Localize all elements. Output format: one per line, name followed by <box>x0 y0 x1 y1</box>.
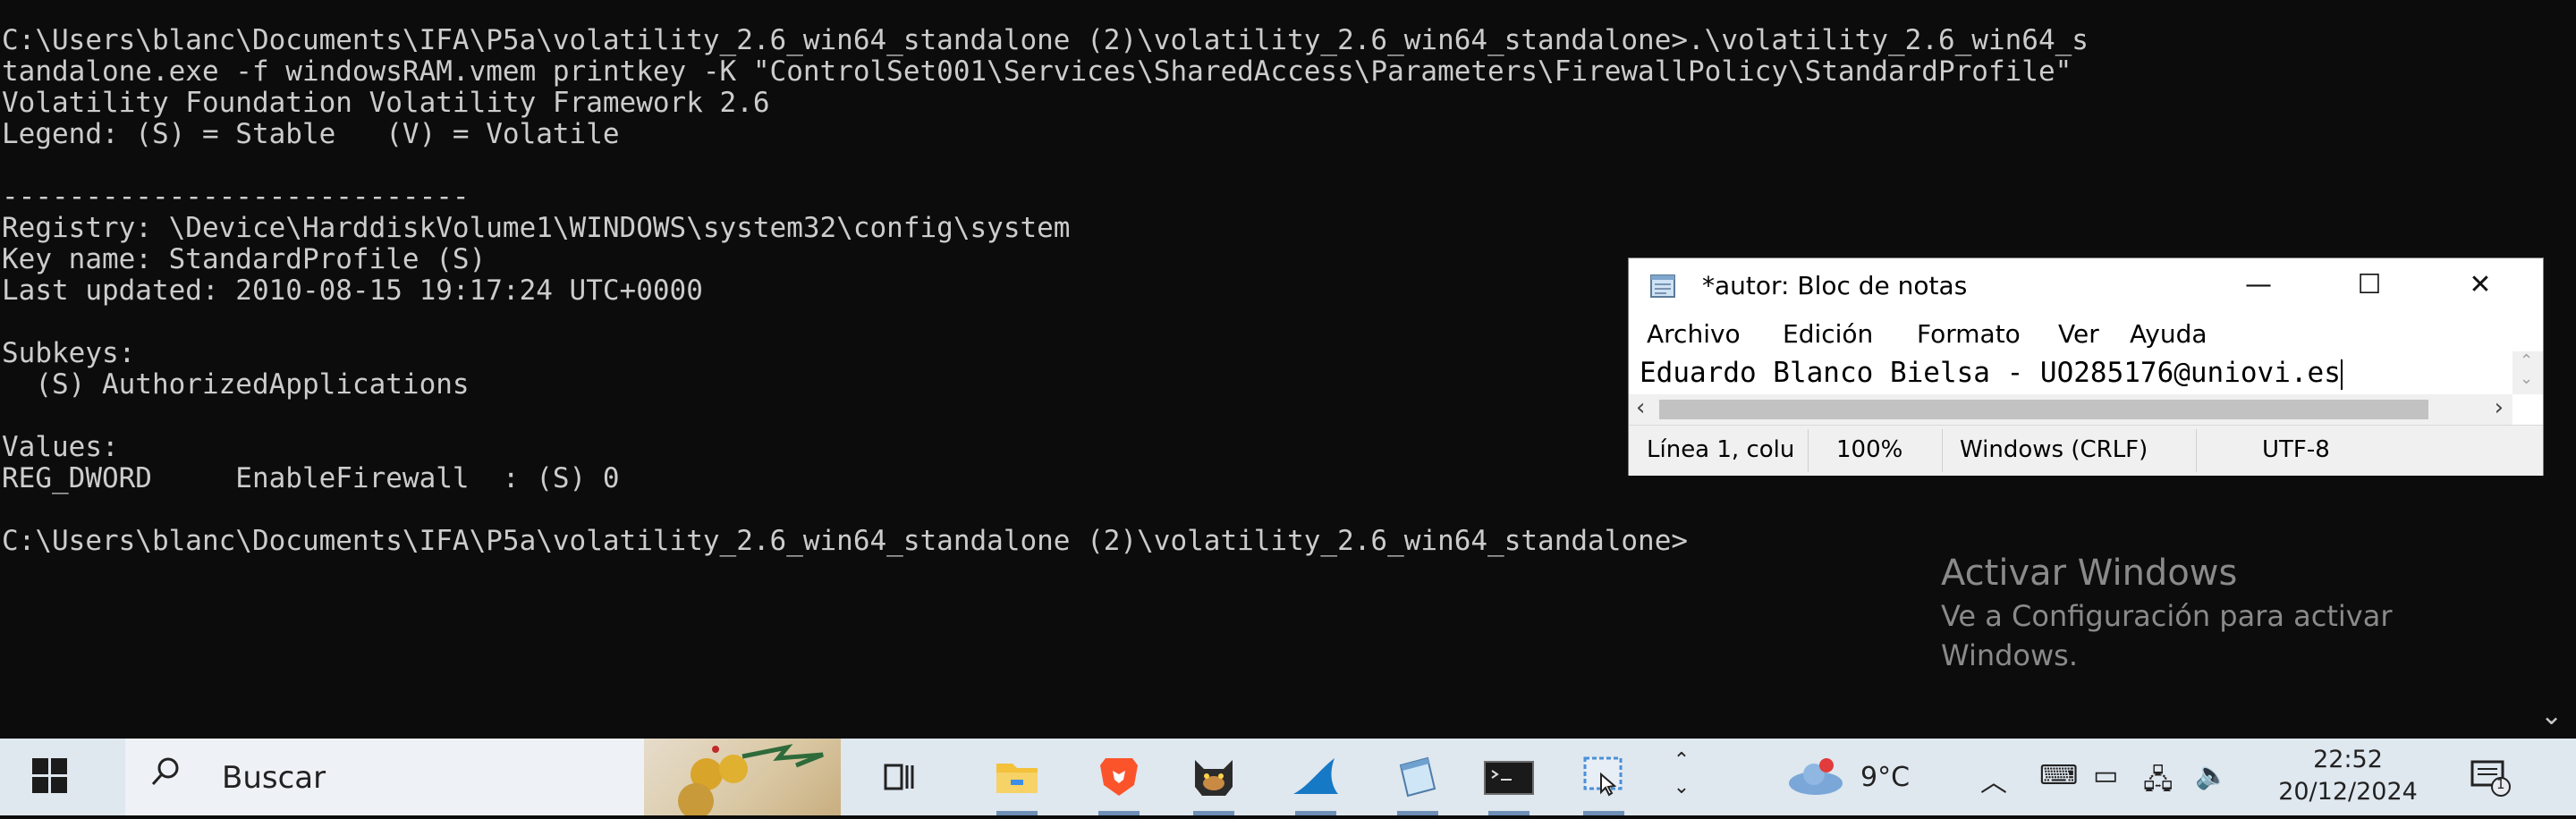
notepad-horizontal-scrollbar[interactable]: ‹ › <box>1629 394 2512 425</box>
network-icon[interactable]: 🖧 <box>2143 760 2173 806</box>
console-line: Registry: \Device\HarddiskVolume1\WINDOW… <box>2 212 1071 244</box>
status-separator <box>1942 429 1943 472</box>
status-separator <box>1808 429 1809 472</box>
status-zoom: 100% <box>1836 436 1903 463</box>
task-view-icon <box>884 764 914 790</box>
maximize-button[interactable]: ☐ <box>2314 258 2425 312</box>
status-encoding: UTF-8 <box>2262 436 2330 463</box>
taskbar: Buscar ⌃ ⌄ 9°C ︿ ⌨ ▭ 🖧 🔈 22:52 20/12/202… <box>0 739 2576 819</box>
start-button[interactable] <box>32 758 68 794</box>
windows-logo-icon <box>32 758 48 774</box>
status-separator <box>2196 429 2197 472</box>
menu-ayuda[interactable]: Ayuda <box>2130 319 2207 349</box>
task-view-button[interactable] <box>866 744 932 810</box>
menu-ver[interactable]: Ver <box>2058 319 2099 349</box>
scroll-right-icon[interactable]: › <box>2495 394 2504 421</box>
status-position: Línea 1, colu <box>1647 436 1795 463</box>
status-line-ending: Windows (CRLF) <box>1960 436 2148 463</box>
brave-lion-icon <box>1100 758 1138 796</box>
notepad-titlebar[interactable]: *autor: Bloc de notas — ☐ ✕ <box>1629 258 2543 312</box>
menu-archivo[interactable]: Archivo <box>1647 319 1741 349</box>
taskbar-notepad[interactable] <box>1385 744 1451 815</box>
cat-icon <box>1195 760 1233 796</box>
notepad-icon <box>1399 756 1436 798</box>
weather-temperature: 9°C <box>1860 762 1911 793</box>
minimize-button[interactable]: — <box>2203 258 2314 312</box>
console-line: C:\Users\blanc\Documents\IFA\P5a\volatil… <box>2 24 2089 56</box>
taskbar-command-prompt[interactable] <box>1476 744 1542 815</box>
notepad-window[interactable]: *autor: Bloc de notas — ☐ ✕ Archivo Edic… <box>1628 258 2544 476</box>
notepad-title: *autor: Bloc de notas <box>1702 271 1968 300</box>
folder-icon <box>996 764 1038 793</box>
scroll-down-icon[interactable]: ⌄ <box>2520 369 2533 388</box>
close-icon: ✕ <box>2469 269 2492 300</box>
windows-logo-icon <box>51 777 67 793</box>
holiday-ornament-icon <box>678 744 824 819</box>
meet-now-icon[interactable]: ⌨ <box>2039 760 2078 791</box>
taskbar-cat-app[interactable] <box>1181 744 1247 815</box>
notepad-menubar: Archivo Edición Formato Ver Ayuda <box>1629 312 2543 351</box>
notification-center-button[interactable]: 1 <box>2469 758 2512 798</box>
taskbar-snipping-tool[interactable] <box>1571 744 1637 815</box>
taskbar-clock[interactable]: 22:52 20/12/2024 <box>2272 744 2424 808</box>
scroll-up-icon[interactable]: ⌃ <box>2520 351 2533 370</box>
menu-formato[interactable]: Formato <box>1917 319 2021 349</box>
notepad-content: Eduardo Blanco Bielsa - UO285176@uniovi.… <box>1640 357 2341 389</box>
scroll-down-icon[interactable]: ⌄ <box>2540 700 2563 731</box>
menu-edicion[interactable]: Edición <box>1783 319 1873 349</box>
console-line: Legend: (S) = Stable (V) = Volatile <box>2 118 620 150</box>
search-icon <box>151 757 179 786</box>
battery-icon[interactable]: ▭ <box>2093 760 2118 791</box>
watermark-title: Activar Windows <box>1941 553 2238 594</box>
watermark-subtitle: Ve a Configuración para activar Windows. <box>1941 599 2393 672</box>
close-button[interactable]: ✕ <box>2425 258 2536 312</box>
chevron-up-icon[interactable]: ⌃ <box>1671 747 1692 774</box>
windows-logo-icon <box>51 758 67 774</box>
console-line: Volatility Foundation Volatility Framewo… <box>2 87 770 119</box>
scroll-left-icon[interactable]: ‹ <box>1636 394 1645 421</box>
taskbar-brave-browser[interactable] <box>1086 744 1152 815</box>
horizontal-scroll-thumb[interactable] <box>1659 400 2428 419</box>
console-line: tandalone.exe -f windowsRAM.vmem printke… <box>2 55 2072 88</box>
notepad-icon <box>1650 274 1675 298</box>
taskbar-file-explorer[interactable] <box>984 744 1050 815</box>
console-line: ---------------------------- <box>2 181 470 213</box>
weather-widget[interactable]: 9°C <box>1780 755 1914 799</box>
notification-icon <box>2470 760 2511 797</box>
notepad-text-area[interactable]: Eduardo Blanco Bielsa - UO285176@uniovi.… <box>1629 351 2512 394</box>
notepad-vertical-scrollbar[interactable]: ⌃ ⌄ <box>2512 351 2543 394</box>
maximize-icon: ☐ <box>2357 269 2382 300</box>
search-highlight-image <box>644 739 841 819</box>
terminal-icon <box>1484 761 1534 795</box>
taskbar-overflow[interactable]: ⌃ ⌄ <box>1671 747 1692 801</box>
show-hidden-icons-icon[interactable]: ︿ <box>1980 760 2007 799</box>
weather-cloud-icon <box>1789 758 1843 795</box>
volume-icon[interactable]: 🔈 <box>2195 760 2228 791</box>
clock-date: 20/12/2024 <box>2278 778 2418 806</box>
taskbar-search-box[interactable]: Buscar <box>125 739 841 819</box>
notepad-statusbar: Línea 1, colu 100% Windows (CRLF) UTF-8 <box>1629 425 2543 476</box>
shark-fin-icon <box>1293 758 1338 794</box>
text-caret <box>2340 359 2343 390</box>
search-placeholder: Buscar <box>222 760 326 796</box>
snipping-tool-icon <box>1583 756 1623 797</box>
taskbar-wireshark[interactable] <box>1283 744 1349 815</box>
minimize-icon: — <box>2245 269 2272 300</box>
notification-count: 1 <box>2496 776 2505 792</box>
chevron-down-icon[interactable]: ⌄ <box>1671 774 1692 801</box>
windows-logo-icon <box>32 777 48 793</box>
activate-windows-watermark: Activar Windows Ve a Configuración para … <box>1941 550 2496 675</box>
clock-time: 22:52 <box>2313 746 2383 773</box>
